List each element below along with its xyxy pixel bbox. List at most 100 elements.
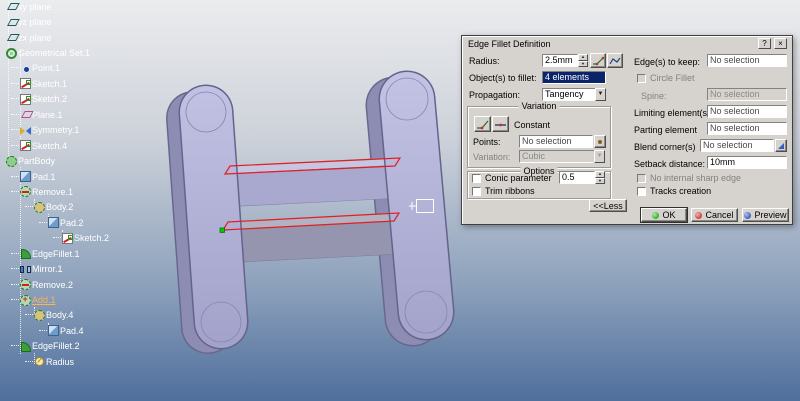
tracks-creation-checkbox[interactable] [637, 187, 646, 196]
tree-node[interactable]: Body.2 [0, 200, 170, 215]
tree-node-label: Mirror.1 [32, 264, 63, 275]
tree-node[interactable]: EdgeFillet.2 [0, 339, 170, 354]
preview-icon [744, 211, 752, 219]
tree-node-label: Remove.2 [32, 279, 74, 290]
remove-icon [20, 279, 31, 291]
parting-element-input[interactable]: No selection [707, 122, 787, 135]
chevron-down-icon[interactable]: ▼ [595, 88, 606, 101]
sketch-point-marker[interactable] [219, 227, 225, 233]
ok-button-label: OK [662, 210, 676, 220]
dialog-titlebar[interactable]: Edge Fillet Definition [463, 37, 791, 51]
tree-node[interactable]: EdgeFillet.1 [0, 246, 170, 261]
points-input[interactable]: No selection [519, 135, 593, 148]
tree-node-label: Remove.1 [32, 186, 74, 197]
variable-mode-button[interactable] [474, 116, 491, 132]
radius-label: Radius: [469, 56, 500, 66]
trim-ribbons-checkbox[interactable] [472, 187, 481, 196]
left-bar[interactable] [178, 84, 249, 350]
tree-node-label: xy plane [18, 1, 52, 12]
tree-node[interactable]: Point.1 [0, 61, 170, 76]
tree-node[interactable]: PartBody [0, 153, 170, 168]
tree-node-label: Pad.1 [32, 171, 56, 182]
plane-icon [6, 1, 17, 12]
tree-node[interactable]: Pad.4 [0, 323, 170, 338]
tree-node[interactable]: Plane.1 [0, 107, 170, 122]
tree-node[interactable]: Sketch.1 [0, 76, 170, 91]
tree-connector [11, 144, 19, 147]
body-icon [34, 309, 45, 321]
spinner-down-icon[interactable]: ▼ [578, 60, 588, 67]
tree-node[interactable]: yz plane [0, 14, 170, 29]
tree-node[interactable]: Remove.2 [0, 277, 170, 292]
tree-node[interactable]: Geometrical Set.1 [0, 45, 170, 60]
parting-element-label: Parting element [634, 125, 698, 135]
limiting-elements-input[interactable]: No selection [707, 105, 787, 118]
radius-law-button-2[interactable] [607, 53, 623, 68]
plane-icon [6, 17, 17, 28]
pad-icon [48, 325, 59, 337]
spine-input: No selection [707, 88, 787, 101]
tree-node[interactable]: zx plane [0, 30, 170, 45]
tree-node[interactable]: Pad.2 [0, 215, 170, 230]
points-picker-button[interactable] [594, 135, 606, 148]
add-icon [20, 294, 31, 306]
help-button[interactable]: ? [758, 38, 771, 49]
no-internal-sharp-edge-label: No internal sharp edge [650, 173, 742, 183]
pad-icon [48, 217, 59, 229]
tree-connector [11, 113, 19, 116]
propagation-label: Propagation: [469, 90, 521, 100]
tree-connector [39, 329, 47, 332]
tree-node[interactable]: Body.4 [0, 308, 170, 323]
3d-model[interactable] [150, 60, 480, 360]
pad-icon [20, 171, 31, 183]
tree-node[interactable]: Sketch.4 [0, 138, 170, 153]
variation-law-select: Cubic [519, 150, 595, 163]
geoset-icon [6, 47, 17, 59]
tree-node[interactable]: Pad.1 [0, 169, 170, 184]
constant-mode-button[interactable] [492, 116, 509, 132]
objects-to-fillet-input[interactable]: 4 elements [542, 71, 606, 84]
spine-label: Spine: [641, 91, 667, 101]
tree-node-label: Geometrical Set.1 [18, 48, 91, 59]
blend-corner-icon [778, 142, 784, 149]
tree-connector [11, 190, 19, 193]
tree-node[interactable]: Remove.1 [0, 184, 170, 199]
radius-input[interactable]: 2.5mm [542, 54, 578, 67]
conic-parameter-input[interactable]: 0.5 [559, 171, 595, 184]
blend-corners-input[interactable]: No selection [700, 139, 774, 152]
tree-node[interactable]: xy plane [0, 0, 170, 14]
tree-node[interactable]: Sketch.2 [0, 92, 170, 107]
constant-fillet-icon [495, 123, 506, 126]
tree-node[interactable]: Radius [0, 354, 170, 369]
partbody-icon [6, 155, 17, 167]
blend-corner-more-button[interactable] [775, 139, 787, 152]
tree-connector [39, 221, 47, 224]
spec-tree-items: xy plane yz plane zx plane Geometrical S… [0, 0, 170, 370]
radius-icon [34, 356, 45, 367]
radius-law-button-1[interactable] [590, 53, 606, 68]
spinner-down-icon[interactable]: ▼ [595, 177, 605, 184]
preview-button[interactable]: Preview [742, 208, 789, 222]
tree-node[interactable]: Add.1 [0, 292, 170, 307]
remove-icon [20, 186, 31, 198]
tree-node[interactable]: Symmetry.1 [0, 123, 170, 138]
close-button[interactable]: × [774, 38, 787, 49]
ok-button[interactable]: OK [640, 207, 688, 223]
tree-node-label: EdgeFillet.2 [32, 341, 80, 352]
tree-node-label: yz plane [18, 17, 52, 28]
conic-spinner[interactable]: ▲ ▼ [595, 171, 605, 184]
tree-node-label: EdgeFillet.1 [32, 248, 80, 259]
body-icon [34, 201, 45, 213]
conic-parameter-checkbox[interactable] [472, 174, 481, 183]
setback-distance-input[interactable]: 10mm [707, 156, 787, 169]
preview-button-label: Preview [754, 210, 787, 220]
less-button[interactable]: <<Less [589, 199, 627, 212]
mirror-icon [20, 264, 31, 275]
cancel-button-label: Cancel [705, 210, 734, 220]
tree-node[interactable]: Mirror.1 [0, 261, 170, 276]
cancel-button[interactable]: Cancel [691, 208, 738, 222]
edges-to-keep-input[interactable]: No selection [707, 54, 787, 67]
radius-spinner[interactable]: ▲ ▼ [578, 54, 588, 67]
tree-node-label: Point.1 [32, 63, 61, 74]
tree-node[interactable]: Sketch.2 [0, 231, 170, 246]
